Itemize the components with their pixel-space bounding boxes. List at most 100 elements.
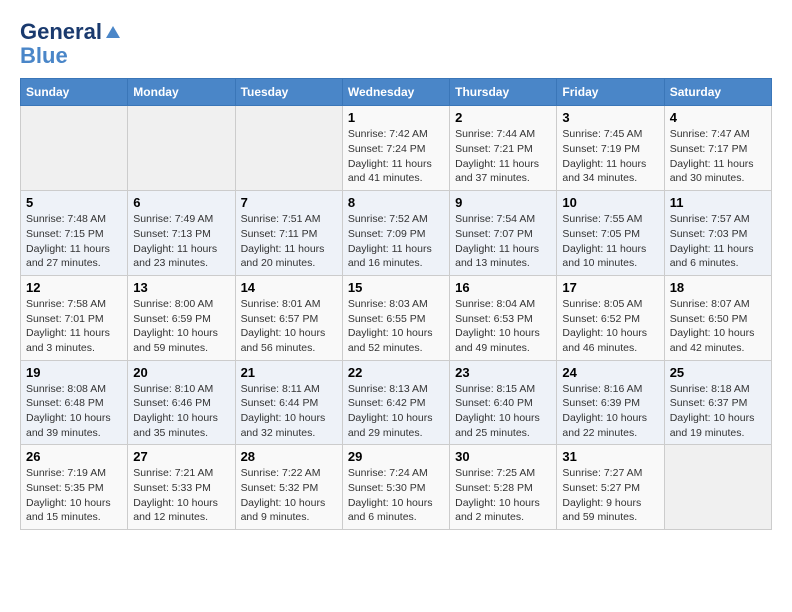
logo-icon xyxy=(104,24,122,42)
calendar-cell xyxy=(21,106,128,191)
day-info: Sunrise: 7:47 AMSunset: 7:17 PMDaylight:… xyxy=(670,127,766,186)
day-info: Sunrise: 7:42 AMSunset: 7:24 PMDaylight:… xyxy=(348,127,444,186)
day-info: Sunrise: 8:00 AMSunset: 6:59 PMDaylight:… xyxy=(133,297,229,356)
day-info: Sunrise: 8:11 AMSunset: 6:44 PMDaylight:… xyxy=(241,382,337,441)
calendar-cell: 23Sunrise: 8:15 AMSunset: 6:40 PMDayligh… xyxy=(450,360,557,445)
calendar-cell: 5 Sunrise: 7:48 AMSunset: 7:15 PMDaylight… xyxy=(21,191,128,276)
day-number: 10 xyxy=(562,195,658,210)
day-number: 1 xyxy=(348,110,444,125)
day-info: Sunrise: 8:16 AMSunset: 6:39 PMDaylight:… xyxy=(562,382,658,441)
day-number: 11 xyxy=(670,195,766,210)
logo: GeneralBlue xyxy=(20,20,122,68)
weekday-header-saturday: Saturday xyxy=(664,79,771,106)
week-row-5: 26 Sunrise: 7:19 AMSunset: 5:35 PMDayligh… xyxy=(21,445,772,530)
day-info: Sunrise: 8:05 AMSunset: 6:52 PMDaylight:… xyxy=(562,297,658,356)
calendar-table: SundayMondayTuesdayWednesdayThursdayFrid… xyxy=(20,78,772,530)
calendar-cell: 10 Sunrise: 7:55 AMSunset: 7:05 PMDayligh… xyxy=(557,191,664,276)
day-info: Sunrise: 7:24 AMSunset: 5:30 PMDaylight:… xyxy=(348,466,444,525)
day-number: 15 xyxy=(348,280,444,295)
logo-text: GeneralBlue xyxy=(20,20,122,68)
weekday-header-tuesday: Tuesday xyxy=(235,79,342,106)
weekday-header-sunday: Sunday xyxy=(21,79,128,106)
day-number: 2 xyxy=(455,110,551,125)
calendar-cell: 7Sunrise: 7:51 AMSunset: 7:11 PMDaylight… xyxy=(235,191,342,276)
calendar-cell: 22 Sunrise: 8:13 AMSunset: 6:42 PMDayligh… xyxy=(342,360,449,445)
calendar-cell: 6Sunrise: 7:49 AMSunset: 7:13 PMDaylight… xyxy=(128,191,235,276)
day-info: Sunrise: 7:44 AMSunset: 7:21 PMDaylight:… xyxy=(455,127,551,186)
calendar-cell xyxy=(235,106,342,191)
week-row-1: 1 Sunrise: 7:42 AMSunset: 7:24 PMDaylight… xyxy=(21,106,772,191)
calendar-cell: 26 Sunrise: 7:19 AMSunset: 5:35 PMDayligh… xyxy=(21,445,128,530)
day-info: Sunrise: 7:27 AMSunset: 5:27 PMDaylight:… xyxy=(562,466,658,525)
calendar-cell: 9 Sunrise: 7:54 AMSunset: 7:07 PMDaylight… xyxy=(450,191,557,276)
calendar-cell: 19 Sunrise: 8:08 AMSunset: 6:48 PMDayligh… xyxy=(21,360,128,445)
day-number: 27 xyxy=(133,449,229,464)
day-number: 31 xyxy=(562,449,658,464)
day-number: 29 xyxy=(348,449,444,464)
calendar-cell: 29 Sunrise: 7:24 AMSunset: 5:30 PMDayligh… xyxy=(342,445,449,530)
day-info: Sunrise: 8:07 AMSunset: 6:50 PMDaylight:… xyxy=(670,297,766,356)
calendar-cell: 2 Sunrise: 7:44 AMSunset: 7:21 PMDaylight… xyxy=(450,106,557,191)
calendar-cell xyxy=(664,445,771,530)
day-number: 4 xyxy=(670,110,766,125)
day-info: Sunrise: 7:25 AMSunset: 5:28 PMDaylight:… xyxy=(455,466,551,525)
day-info: Sunrise: 7:54 AMSunset: 7:07 PMDaylight:… xyxy=(455,212,551,271)
day-number: 14 xyxy=(241,280,337,295)
weekday-header-wednesday: Wednesday xyxy=(342,79,449,106)
day-info: Sunrise: 7:52 AMSunset: 7:09 PMDaylight:… xyxy=(348,212,444,271)
calendar-cell: 3 Sunrise: 7:45 AMSunset: 7:19 PMDaylight… xyxy=(557,106,664,191)
day-number: 25 xyxy=(670,365,766,380)
week-row-4: 19 Sunrise: 8:08 AMSunset: 6:48 PMDayligh… xyxy=(21,360,772,445)
day-number: 17 xyxy=(562,280,658,295)
day-number: 24 xyxy=(562,365,658,380)
calendar-cell: 21 Sunrise: 8:11 AMSunset: 6:44 PMDayligh… xyxy=(235,360,342,445)
day-number: 13 xyxy=(133,280,229,295)
day-number: 9 xyxy=(455,195,551,210)
calendar-cell xyxy=(128,106,235,191)
calendar-cell: 12Sunrise: 7:58 AMSunset: 7:01 PMDayligh… xyxy=(21,275,128,360)
day-info: Sunrise: 8:18 AMSunset: 6:37 PMDaylight:… xyxy=(670,382,766,441)
calendar-cell: 17 Sunrise: 8:05 AMSunset: 6:52 PMDayligh… xyxy=(557,275,664,360)
calendar-cell: 4 Sunrise: 7:47 AMSunset: 7:17 PMDaylight… xyxy=(664,106,771,191)
day-number: 23 xyxy=(455,365,551,380)
day-number: 20 xyxy=(133,365,229,380)
day-number: 18 xyxy=(670,280,766,295)
calendar-cell: 11 Sunrise: 7:57 AMSunset: 7:03 PMDayligh… xyxy=(664,191,771,276)
day-info: Sunrise: 8:13 AMSunset: 6:42 PMDaylight:… xyxy=(348,382,444,441)
calendar-cell: 13 Sunrise: 8:00 AMSunset: 6:59 PMDayligh… xyxy=(128,275,235,360)
day-number: 26 xyxy=(26,449,122,464)
day-info: Sunrise: 7:22 AMSunset: 5:32 PMDaylight:… xyxy=(241,466,337,525)
calendar-cell: 14Sunrise: 8:01 AMSunset: 6:57 PMDayligh… xyxy=(235,275,342,360)
day-info: Sunrise: 7:55 AMSunset: 7:05 PMDaylight:… xyxy=(562,212,658,271)
day-info: Sunrise: 7:49 AMSunset: 7:13 PMDaylight:… xyxy=(133,212,229,271)
day-number: 7 xyxy=(241,195,337,210)
calendar-cell: 27Sunrise: 7:21 AMSunset: 5:33 PMDayligh… xyxy=(128,445,235,530)
calendar-cell: 31 Sunrise: 7:27 AMSunset: 5:27 PMDayligh… xyxy=(557,445,664,530)
day-info: Sunrise: 7:45 AMSunset: 7:19 PMDaylight:… xyxy=(562,127,658,186)
day-number: 3 xyxy=(562,110,658,125)
week-row-3: 12Sunrise: 7:58 AMSunset: 7:01 PMDayligh… xyxy=(21,275,772,360)
day-number: 19 xyxy=(26,365,122,380)
weekday-header-row: SundayMondayTuesdayWednesdayThursdayFrid… xyxy=(21,79,772,106)
day-number: 28 xyxy=(241,449,337,464)
calendar-cell: 15 Sunrise: 8:03 AMSunset: 6:55 PMDayligh… xyxy=(342,275,449,360)
weekday-header-thursday: Thursday xyxy=(450,79,557,106)
page-header: GeneralBlue xyxy=(20,20,772,68)
day-number: 22 xyxy=(348,365,444,380)
day-info: Sunrise: 7:19 AMSunset: 5:35 PMDaylight:… xyxy=(26,466,122,525)
day-info: Sunrise: 8:03 AMSunset: 6:55 PMDaylight:… xyxy=(348,297,444,356)
calendar-cell: 20Sunrise: 8:10 AMSunset: 6:46 PMDayligh… xyxy=(128,360,235,445)
day-info: Sunrise: 8:08 AMSunset: 6:48 PMDaylight:… xyxy=(26,382,122,441)
day-number: 30 xyxy=(455,449,551,464)
calendar-cell: 8 Sunrise: 7:52 AMSunset: 7:09 PMDaylight… xyxy=(342,191,449,276)
calendar-cell: 24 Sunrise: 8:16 AMSunset: 6:39 PMDayligh… xyxy=(557,360,664,445)
calendar-cell: 16Sunrise: 8:04 AMSunset: 6:53 PMDayligh… xyxy=(450,275,557,360)
day-info: Sunrise: 7:57 AMSunset: 7:03 PMDaylight:… xyxy=(670,212,766,271)
day-number: 21 xyxy=(241,365,337,380)
day-number: 5 xyxy=(26,195,122,210)
day-number: 8 xyxy=(348,195,444,210)
weekday-header-friday: Friday xyxy=(557,79,664,106)
day-info: Sunrise: 7:58 AMSunset: 7:01 PMDaylight:… xyxy=(26,297,122,356)
day-info: Sunrise: 7:48 AMSunset: 7:15 PMDaylight:… xyxy=(26,212,122,271)
calendar-cell: 25 Sunrise: 8:18 AMSunset: 6:37 PMDayligh… xyxy=(664,360,771,445)
